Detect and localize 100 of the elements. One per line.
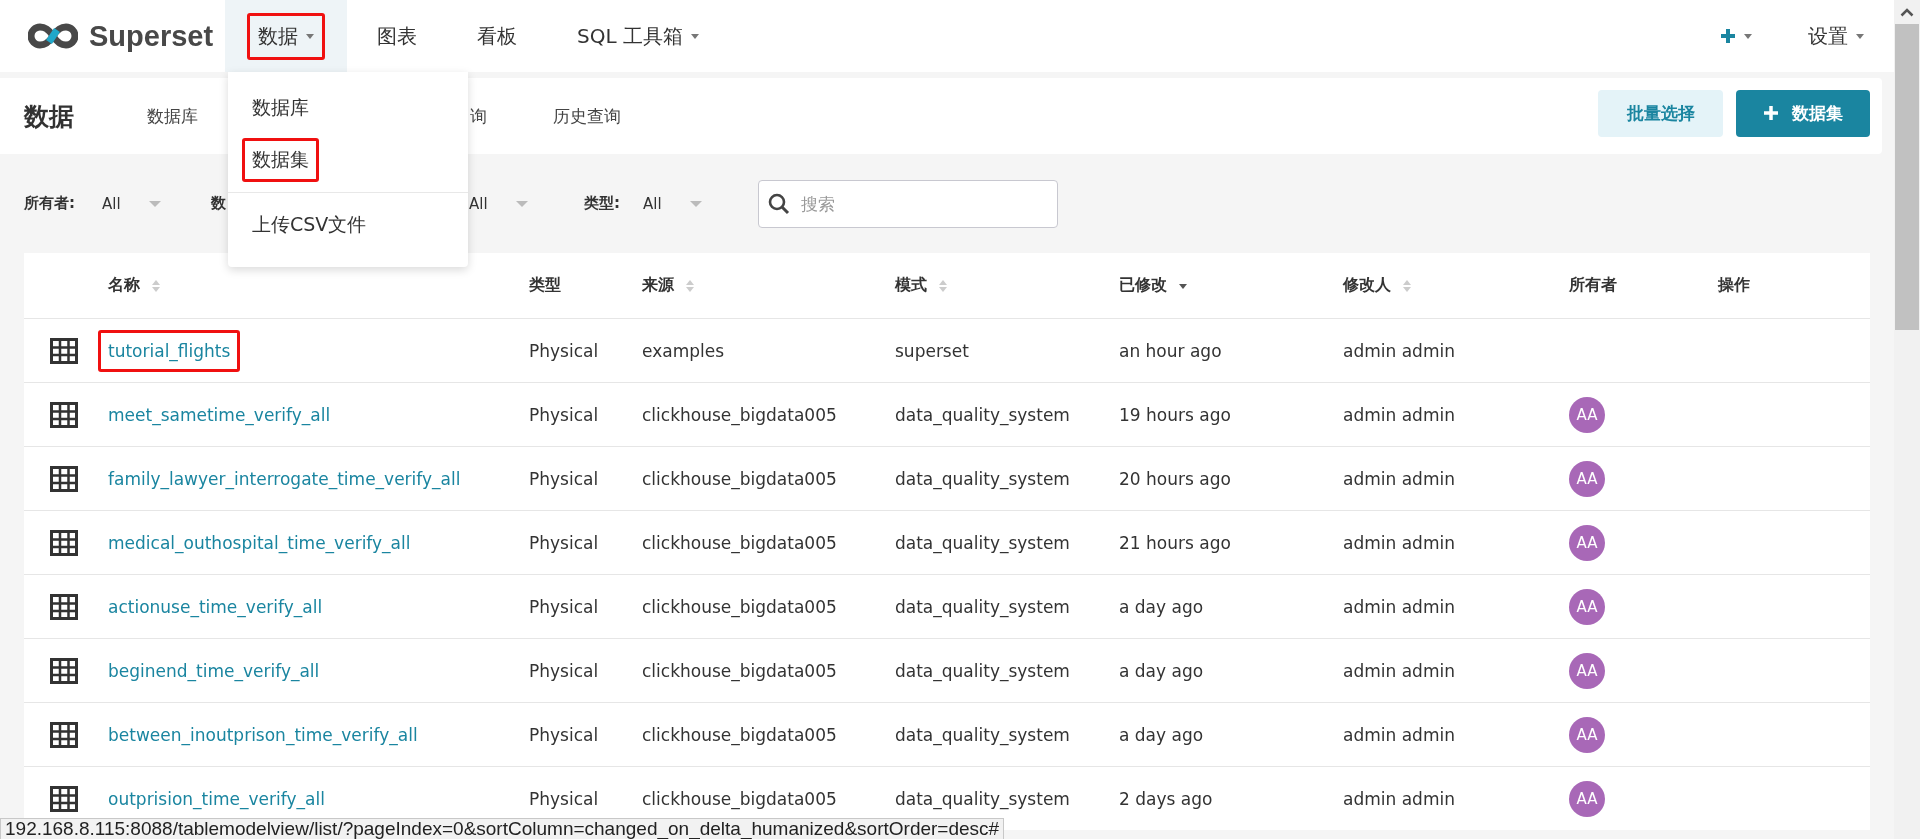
- owner-avatar: AA: [1569, 780, 1605, 817]
- table-grid-icon: [50, 593, 78, 620]
- menu-item[interactable]: 数据库: [242, 86, 319, 130]
- table-grid-icon: [50, 721, 78, 748]
- tab[interactable]: 数据库: [147, 98, 198, 134]
- dataset-link[interactable]: between_inoutprison_time_verify_all: [98, 713, 428, 756]
- scroll-thumb[interactable]: [1895, 24, 1919, 330]
- table-cell: superset: [895, 340, 969, 361]
- caret-icon: [306, 33, 315, 39]
- tab[interactable]: 历史查询: [553, 98, 621, 134]
- table-cell: admin admin: [1343, 468, 1455, 489]
- column-header: 模式: [895, 275, 927, 296]
- dataset-link[interactable]: beginend_time_verify_all: [98, 649, 330, 692]
- table-cell: 21 hours ago: [1119, 532, 1231, 553]
- owner-avatar: AA: [1569, 588, 1605, 625]
- table-cell: data_quality_system: [895, 404, 1070, 425]
- brand-name: Superset: [89, 19, 214, 53]
- table-cell: clickhouse_bigdata005: [642, 596, 837, 617]
- dataset-link[interactable]: tutorial_flights: [98, 329, 241, 372]
- table-cell: a day ago: [1119, 660, 1204, 681]
- table-grid-icon: [50, 657, 78, 684]
- nav-menu-item[interactable]: 看板: [447, 0, 548, 72]
- caret-icon: [515, 200, 528, 207]
- table-cell: admin admin: [1343, 404, 1455, 425]
- menu-item[interactable]: 上传CSV文件: [242, 203, 377, 247]
- filter-select[interactable]: All: [643, 194, 702, 213]
- filter-label: 类型:: [584, 194, 620, 213]
- scroll-up-icon[interactable]: [1900, 7, 1914, 17]
- owner-avatar: AA: [1569, 460, 1605, 497]
- table-cell: Physical: [529, 660, 599, 681]
- table-cell: data_quality_system: [895, 788, 1070, 809]
- caret-icon: [148, 200, 161, 207]
- owner-avatar: AA: [1569, 652, 1605, 689]
- table-cell: 19 hours ago: [1119, 404, 1231, 425]
- owner-avatar: AA: [1569, 524, 1605, 561]
- filter-label: 所有者:: [24, 194, 75, 213]
- page-title: 数据: [24, 100, 74, 133]
- status-url: 192.168.8.115:8088/tablemodelview/list/?pageIndex=0&sortColumn=changed_on_delta_humanized&sortOrder=desc#: [0, 818, 1005, 839]
- table-cell: 20 hours ago: [1119, 468, 1231, 489]
- settings-menu[interactable]: 设置: [1794, 0, 1894, 72]
- dataset-link[interactable]: outprision_time_verify_all: [98, 777, 335, 820]
- table-cell: examples: [642, 340, 725, 361]
- table-cell: admin admin: [1343, 724, 1455, 745]
- plus-icon: [1763, 106, 1778, 120]
- table-cell: an hour ago: [1119, 340, 1222, 361]
- table-grid-icon: [50, 401, 78, 428]
- table-cell: data_quality_system: [895, 468, 1070, 489]
- table-cell: clickhouse_bigdata005: [642, 404, 837, 425]
- logo-icon: [28, 23, 78, 49]
- table-cell: Physical: [529, 404, 599, 425]
- dataset-link[interactable]: medical_outhospital_time_verify_all: [98, 521, 421, 564]
- table-cell: 2 days ago: [1119, 788, 1213, 809]
- table-cell: a day ago: [1119, 596, 1204, 617]
- column-header: 类型: [529, 275, 561, 296]
- caret-icon: [691, 33, 700, 39]
- table-grid-icon: [50, 529, 78, 556]
- table-cell: admin admin: [1343, 532, 1455, 553]
- column-header: 操作: [1718, 275, 1750, 296]
- table-cell: Physical: [529, 532, 599, 553]
- column-header: 修改人: [1343, 275, 1391, 296]
- table-cell: clickhouse_bigdata005: [642, 724, 837, 745]
- tab[interactable]: 询: [470, 98, 487, 134]
- table-cell: admin admin: [1343, 660, 1455, 681]
- table-cell: admin admin: [1343, 596, 1455, 617]
- caret-icon: [689, 200, 702, 207]
- dataset-link[interactable]: meet_sametime_verify_all: [98, 393, 341, 436]
- table-cell: Physical: [529, 724, 599, 745]
- column-header: 已修改: [1119, 275, 1167, 296]
- bulk-select-button[interactable]: 批量选择: [1598, 89, 1723, 137]
- column-header: 来源: [642, 275, 674, 296]
- table-cell: a day ago: [1119, 724, 1204, 745]
- column-header: 名称: [108, 275, 140, 296]
- table-cell: clickhouse_bigdata005: [642, 788, 837, 809]
- scrollbar[interactable]: [1894, 0, 1920, 839]
- filter-select[interactable]: All: [469, 194, 528, 213]
- table-grid-icon: [50, 465, 78, 492]
- table-cell: data_quality_system: [895, 532, 1070, 553]
- caret-icon: [1744, 33, 1752, 39]
- table-cell: data_quality_system: [895, 660, 1070, 681]
- owner-avatar: AA: [1569, 716, 1605, 753]
- plus-icon: [1720, 28, 1736, 44]
- table-cell: Physical: [529, 340, 599, 361]
- table-grid-icon: [50, 785, 78, 812]
- nav-menu-item[interactable]: 数据: [225, 0, 348, 72]
- nav-menu-item[interactable]: 图表: [347, 0, 448, 72]
- nav-menu-item[interactable]: SQL 工具箱: [547, 0, 730, 72]
- dataset-link[interactable]: actionuse_time_verify_all: [98, 585, 333, 628]
- table-cell: clickhouse_bigdata005: [642, 468, 837, 489]
- table-cell: data_quality_system: [895, 596, 1070, 617]
- dataset-link[interactable]: family_lawyer_interrogate_time_verify_all: [98, 457, 471, 500]
- add-dataset-button[interactable]: 数据集: [1736, 89, 1870, 137]
- filter-select[interactable]: All: [102, 194, 161, 213]
- menu-item[interactable]: 数据集: [242, 138, 319, 182]
- table-cell: clickhouse_bigdata005: [642, 532, 837, 553]
- owner-avatar: AA: [1569, 396, 1605, 433]
- caret-icon: [1856, 33, 1864, 39]
- column-header: 所有者: [1569, 275, 1617, 296]
- table-cell: admin admin: [1343, 788, 1455, 809]
- table-cell: Physical: [529, 596, 599, 617]
- search-field[interactable]: 搜索: [758, 179, 1058, 228]
